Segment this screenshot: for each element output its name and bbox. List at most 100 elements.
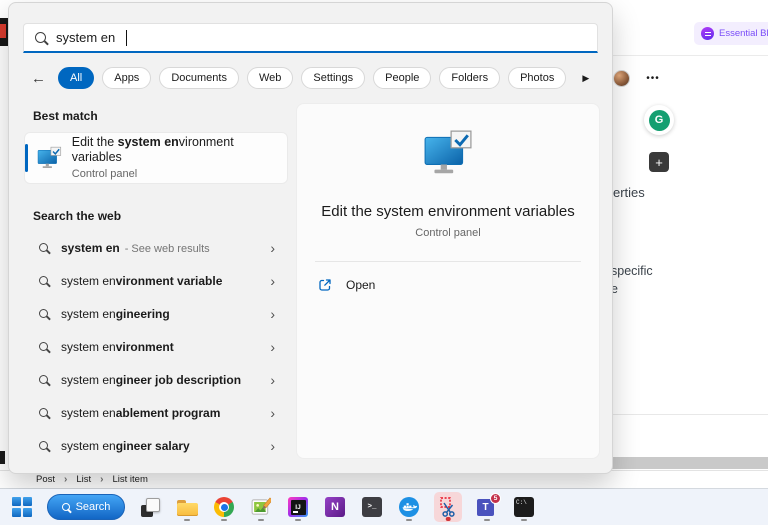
image-editor-button[interactable] — [249, 492, 273, 522]
windows-terminal-button[interactable]: >_ — [360, 492, 384, 522]
windows-search-flyout: system en ← All Apps Documents Web Setti… — [8, 2, 613, 474]
search-icon — [39, 276, 48, 285]
best-match-title: Edit the system environment variables — [72, 135, 277, 166]
grammarly-icon: G — [649, 110, 670, 131]
page-divider — [610, 55, 768, 56]
onenote-icon: N — [325, 497, 345, 517]
preview-title: Edit the system environment variables — [297, 203, 599, 220]
page-scrollbar[interactable] — [607, 457, 768, 469]
essential-blocks-badge[interactable]: Essential Block — [694, 22, 768, 45]
best-match-subtitle: Control panel — [72, 168, 277, 182]
breadcrumb-separator-icon: › — [100, 474, 103, 485]
web-suggestion-row[interactable]: system environment › — [25, 330, 287, 363]
search-filter-row: ← All Apps Documents Web Settings People… — [31, 65, 596, 91]
selection-indicator — [25, 144, 28, 172]
search-icon — [62, 503, 70, 511]
best-match-result[interactable]: Edit the system environment variables Co… — [25, 133, 287, 183]
filter-tab-settings[interactable]: Settings — [301, 67, 365, 89]
filter-tab-apps[interactable]: Apps — [102, 67, 151, 89]
filter-overflow-icon[interactable]: ▶ — [582, 73, 589, 84]
essential-blocks-icon — [701, 27, 714, 40]
add-block-button[interactable]: + — [649, 152, 669, 172]
chrome-icon — [214, 497, 234, 517]
chrome-button[interactable] — [212, 492, 236, 522]
windows-logo-icon — [12, 497, 32, 517]
open-label: Open — [346, 278, 375, 292]
breadcrumb-post[interactable]: Post — [36, 474, 55, 485]
intellij-idea-button[interactable]: IJ — [286, 492, 310, 522]
more-options-icon[interactable]: ••• — [646, 73, 660, 84]
page-divider — [612, 414, 768, 415]
chevron-right-icon: › — [270, 405, 275, 421]
chevron-right-icon: › — [270, 372, 275, 388]
monitor-check-icon — [297, 130, 599, 181]
text-caret — [126, 30, 127, 46]
breadcrumb-separator-icon: › — [64, 474, 67, 485]
search-input[interactable]: system en — [23, 23, 598, 53]
search-query-text: system en — [56, 30, 115, 45]
teams-icon: T 5 — [477, 497, 497, 517]
result-preview-panel: Edit the system environment variables Co… — [296, 103, 600, 459]
web-suggestion-row[interactable]: system en- See web results › — [25, 231, 287, 264]
truncated-body-text: specific e — [611, 262, 653, 298]
preview-subtitle: Control panel — [297, 227, 599, 239]
monitor-check-icon — [37, 146, 62, 170]
search-icon — [39, 342, 48, 351]
filter-tab-web[interactable]: Web — [247, 67, 293, 89]
onenote-button[interactable]: N — [323, 492, 347, 522]
snipping-tool-icon — [437, 496, 459, 518]
start-button[interactable] — [10, 492, 34, 522]
search-results-column: Best match Edit the system environment v… — [25, 103, 287, 462]
web-suggestion-row[interactable]: system engineer salary › — [25, 429, 287, 462]
user-avatar[interactable] — [613, 70, 630, 87]
search-web-heading: Search the web — [33, 209, 279, 223]
back-arrow-icon[interactable]: ← — [31, 70, 46, 87]
filter-tab-folders[interactable]: Folders — [439, 67, 500, 89]
docker-icon — [399, 497, 419, 517]
chevron-right-icon: › — [270, 306, 275, 322]
filter-tab-people[interactable]: People — [373, 67, 431, 89]
task-view-icon — [141, 498, 160, 517]
intellij-idea-icon: IJ — [288, 497, 308, 517]
docker-button[interactable] — [397, 492, 421, 522]
chevron-right-icon: › — [270, 339, 275, 355]
open-external-icon — [317, 277, 333, 293]
filter-tab-documents[interactable]: Documents — [159, 67, 239, 89]
web-suggestion-row[interactable]: system environment variable › — [25, 264, 287, 297]
open-button[interactable]: Open — [297, 262, 599, 308]
truncated-properties-text: erties — [613, 185, 645, 200]
chevron-right-icon: › — [270, 273, 275, 289]
breadcrumb-list-item[interactable]: List item — [113, 474, 148, 485]
terminal-icon: >_ — [362, 497, 382, 517]
web-suggestion-row[interactable]: system engineer job description › — [25, 363, 287, 396]
web-suggestion-row[interactable]: system engineering › — [25, 297, 287, 330]
essential-blocks-label: Essential Block — [719, 28, 768, 39]
plus-icon: + — [655, 155, 663, 170]
search-icon — [39, 243, 48, 252]
file-explorer-button[interactable] — [175, 492, 199, 522]
breadcrumb-list[interactable]: List — [76, 474, 91, 485]
web-suggestion-row[interactable]: system enablement program › — [25, 396, 287, 429]
window-edge-artifact — [0, 451, 5, 464]
grammarly-button[interactable]: G — [644, 105, 674, 135]
snipping-tool-button[interactable] — [434, 492, 462, 522]
teams-button[interactable]: T 5 — [475, 492, 499, 522]
search-icon — [39, 375, 48, 384]
chevron-right-icon: › — [270, 240, 275, 256]
folder-icon — [177, 499, 198, 516]
command-prompt-button[interactable]: C:\ — [512, 492, 536, 522]
search-icon — [39, 441, 48, 450]
chevron-right-icon: › — [270, 438, 275, 454]
command-prompt-icon: C:\ — [514, 497, 534, 517]
search-icon — [35, 32, 46, 43]
filter-tab-all[interactable]: All — [58, 67, 94, 89]
task-view-button[interactable] — [138, 492, 162, 522]
taskbar: Search IJ N >_ — [0, 489, 768, 525]
window-edge-artifact-red — [0, 24, 6, 38]
teams-notification-badge: 5 — [490, 493, 501, 504]
search-icon — [39, 309, 48, 318]
taskbar-search-button[interactable]: Search — [47, 494, 125, 520]
taskbar-search-label: Search — [76, 501, 111, 513]
best-match-heading: Best match — [33, 109, 279, 123]
filter-tab-photos[interactable]: Photos — [508, 67, 566, 89]
